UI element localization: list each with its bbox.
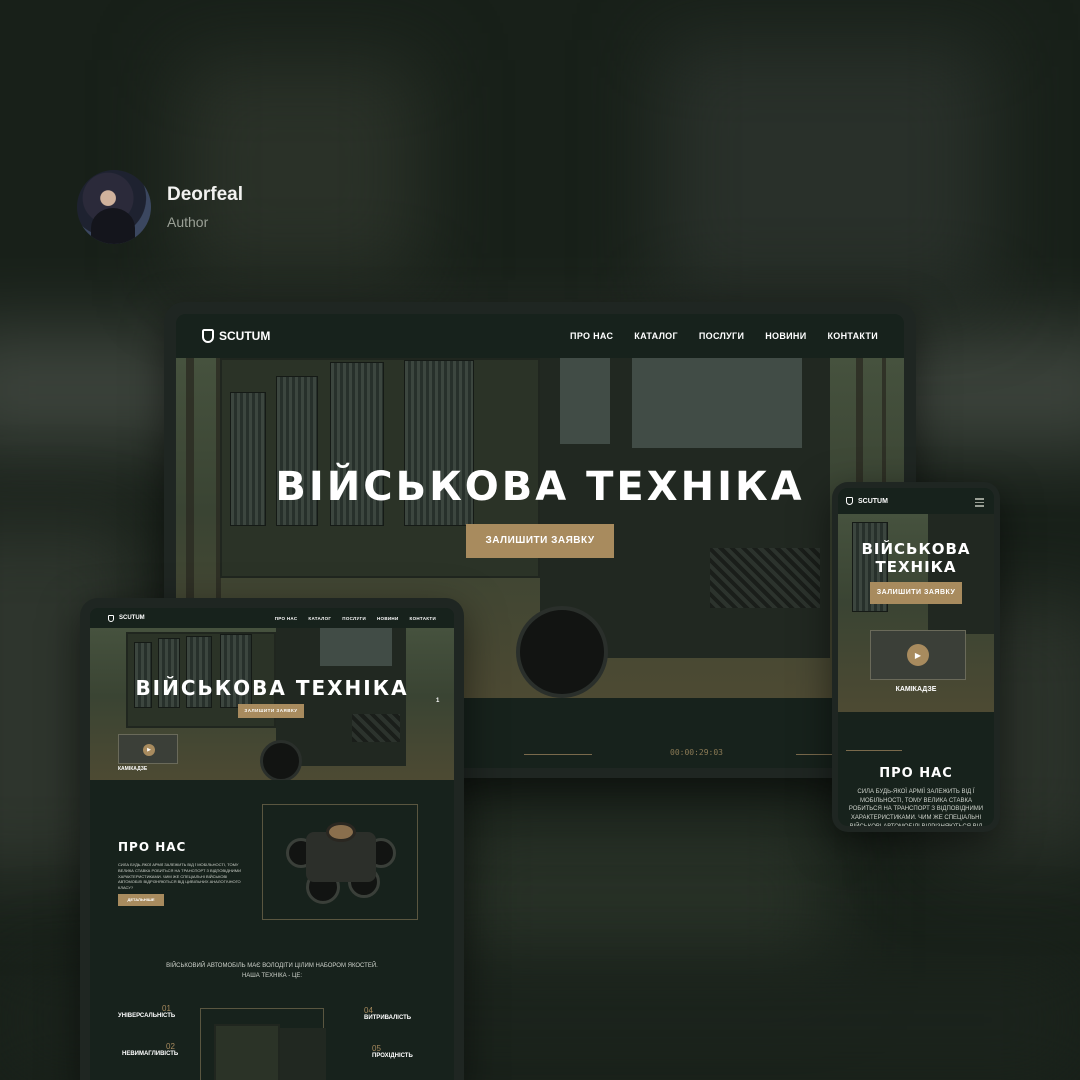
nav-item-news[interactable]: НОВИНИ: [377, 616, 399, 621]
mobile-logo[interactable]: SCUTUM: [846, 497, 888, 505]
mobile-about-title: ПРО НАС: [879, 766, 953, 781]
nav-item-about[interactable]: ПРО НАС: [570, 331, 613, 341]
tablet-qualities-heading-2: НАША ТЕХНІКА - ЦЕ:: [241, 973, 303, 979]
truck-wheel: [516, 606, 608, 698]
tablet-navbar: SCUTUM ПРО НАС КАТАЛОГ ПОСЛУГИ НОВИНИ КО…: [90, 608, 454, 628]
nav-item-about[interactable]: ПРО НАС: [275, 616, 298, 621]
desktop-cta-button[interactable]: ЗАЛИШИТИ ЗАЯВКУ: [466, 524, 614, 558]
brand-name: SCUTUM: [219, 329, 271, 343]
author-name: Deorfeal: [167, 184, 244, 205]
nav-item-services[interactable]: ПОСЛУГИ: [699, 331, 744, 341]
nav-item-catalog[interactable]: КАТАЛОГ: [308, 616, 331, 621]
mobile-hero: ВІЙСЬКОВА ТЕХНІКА ЗАЛИШИТИ ЗАЯВКУ ▶ КАМІ…: [838, 514, 994, 712]
feature-item: 05 ПРОХІДНІСТЬ: [372, 1044, 413, 1059]
video-thumbnail[interactable]: ▶: [118, 734, 178, 764]
brand-name: SCUTUM: [858, 497, 888, 505]
desktop-menu: ПРО НАС КАТАЛОГ ПОСЛУГИ НОВИНИ КОНТАКТИ: [570, 331, 878, 341]
tablet-about-title: ПРО НАС: [118, 840, 187, 854]
author-card: Deorfeal Author: [77, 170, 243, 244]
mobile-cta-button[interactable]: ЗАЛИШИТИ ЗАЯВКУ: [870, 582, 962, 604]
desktop-logo[interactable]: SCUTUM: [202, 329, 270, 343]
desktop-navbar: SCUTUM ПРО НАС КАТАЛОГ ПОСЛУГИ НОВИНИ КО…: [176, 314, 904, 358]
desktop-hero-title: ВІЙСЬКОВА ТЕХНІКА: [275, 464, 805, 510]
mobile-device-frame: SCUTUM ВІЙСЬКОВА ТЕХНІКА ЗАЛИШИТИ ЗАЯВКУ…: [832, 482, 1000, 832]
feature-item: 02 НЕВИМАГЛИВІСТЬ: [122, 1042, 179, 1057]
slider-counter[interactable]: 1: [436, 698, 439, 704]
tablet-logo[interactable]: SCUTUM: [108, 614, 145, 622]
mobile-about-text: СИЛА БУДЬ-ЯКОЇ АРМІЇ ЗАЛЕЖИТЬ ВІД Ї МОБІ…: [848, 789, 984, 826]
mobile-navbar: SCUTUM: [838, 488, 994, 514]
nav-item-contacts[interactable]: КОНТАКТИ: [827, 331, 878, 341]
nav-item-services[interactable]: ПОСЛУГИ: [342, 616, 366, 621]
tablet-cta-button[interactable]: ЗАЛИШИТИ ЗАЯВКУ: [238, 704, 304, 718]
play-icon[interactable]: ▶: [143, 744, 155, 756]
tablet-screen: SCUTUM ПРО НАС КАТАЛОГ ПОСЛУГИ НОВИНИ КО…: [90, 608, 454, 1080]
video-timer: 00:00:29:03: [670, 748, 723, 757]
mobile-video-caption: КАМІКАДЗЕ: [895, 686, 937, 693]
shield-logo-icon: [202, 329, 214, 343]
author-avatar: [77, 170, 151, 244]
truck-image-cab: [280, 1028, 326, 1080]
mobile-hero-title-2: ТЕХНІКА: [875, 558, 957, 576]
tablet-about-button[interactable]: ДЕТАЛЬНІШЕ: [118, 894, 164, 906]
mobile-hero-title-1: ВІЙСЬКОВА: [861, 540, 971, 558]
robot-vehicle-image: [286, 818, 396, 908]
tablet-hero: ВІЙСЬКОВА ТЕХНІКА ЗАЛИШИТИ ЗАЯВКУ 1 ▶ КА…: [90, 628, 454, 780]
tablet-device-frame: SCUTUM ПРО НАС КАТАЛОГ ПОСЛУГИ НОВИНИ КО…: [80, 598, 464, 1080]
hamburger-menu-icon[interactable]: [975, 498, 984, 507]
tablet-hero-title: ВІЙСЬКОВА ТЕХНІКА: [135, 676, 409, 700]
brand-name: SCUTUM: [119, 615, 145, 621]
mobile-video-thumbnail[interactable]: ▶: [870, 630, 966, 680]
video-caption: КАМІКАДЗЕ: [118, 766, 148, 772]
shield-logo-icon: [846, 497, 853, 505]
author-role: Author: [167, 214, 209, 230]
tablet-about-text: СИЛА БУДЬ-ЯКОЇ АРМІЇ ЗАЛЕЖИТЬ ВІД Ї МОБІ…: [118, 862, 241, 891]
shield-logo-icon: [108, 614, 114, 622]
mobile-screen: SCUTUM ВІЙСЬКОВА ТЕХНІКА ЗАЛИШИТИ ЗАЯВКУ…: [838, 488, 994, 826]
truck-image-small: [214, 1024, 280, 1080]
nav-item-news[interactable]: НОВИНИ: [765, 331, 806, 341]
truck-wheel: [260, 740, 302, 780]
nav-item-contacts[interactable]: КОНТАКТИ: [410, 616, 436, 621]
tablet-qualities-heading-1: ВІЙСЬКОВИЙ АВТОМОБІЛЬ МАЄ ВОЛОДІТИ ЦІЛИМ…: [166, 963, 378, 969]
nav-item-catalog[interactable]: КАТАЛОГ: [634, 331, 678, 341]
feature-item: 04 ВИТРИВАЛІСТЬ: [364, 1006, 412, 1021]
play-icon[interactable]: ▶: [907, 644, 929, 666]
feature-item: 01 УНІВЕРСАЛЬНІСТЬ: [118, 1004, 176, 1019]
tablet-menu: ПРО НАС КАТАЛОГ ПОСЛУГИ НОВИНИ КОНТАКТИ: [275, 616, 436, 621]
